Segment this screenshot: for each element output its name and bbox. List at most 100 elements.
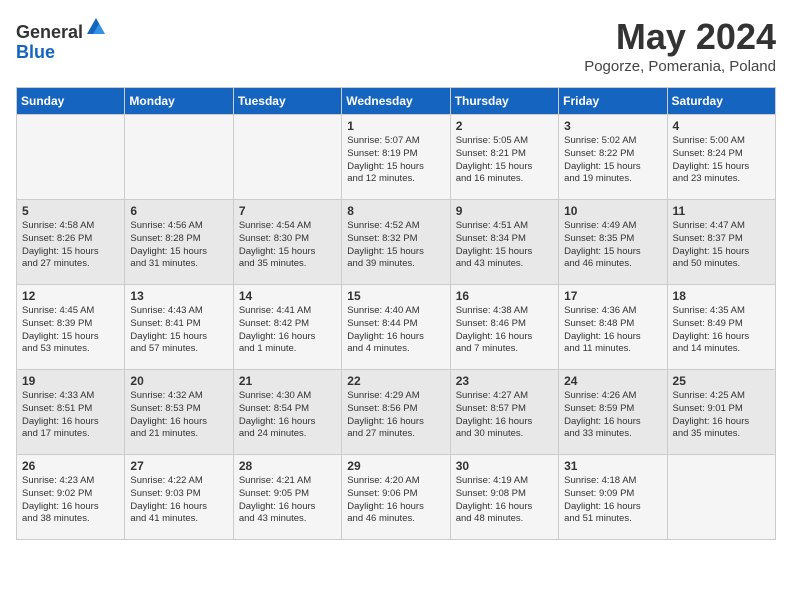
calendar-cell: 15 Sunrise: 4:40 AM Sunset: 8:44 PM Dayli…	[342, 285, 450, 370]
weekday-header-friday: Friday	[559, 88, 667, 115]
day-info: Sunrise: 4:56 AM Sunset: 8:28 PM Dayligh…	[130, 220, 227, 271]
logo-general: General	[16, 22, 83, 42]
logo: General Blue	[16, 16, 107, 63]
weekday-header-wednesday: Wednesday	[342, 88, 450, 115]
day-info: Sunrise: 5:00 AM Sunset: 8:24 PM Dayligh…	[673, 135, 770, 186]
day-info: Sunrise: 4:45 AM Sunset: 8:39 PM Dayligh…	[22, 305, 119, 356]
day-number: 8	[347, 204, 444, 218]
week-row-2: 5 Sunrise: 4:58 AM Sunset: 8:26 PM Daylig…	[17, 200, 776, 285]
logo-icon	[85, 16, 107, 38]
day-info: Sunrise: 4:38 AM Sunset: 8:46 PM Dayligh…	[456, 305, 553, 356]
day-number: 12	[22, 289, 119, 303]
title-block: May 2024 Pogorze, Pomerania, Poland	[584, 16, 776, 75]
day-info: Sunrise: 4:27 AM Sunset: 8:57 PM Dayligh…	[456, 390, 553, 441]
day-info: Sunrise: 5:05 AM Sunset: 8:21 PM Dayligh…	[456, 135, 553, 186]
calendar-cell: 2 Sunrise: 5:05 AM Sunset: 8:21 PM Daylig…	[450, 115, 558, 200]
calendar-cell: 6 Sunrise: 4:56 AM Sunset: 8:28 PM Daylig…	[125, 200, 233, 285]
day-number: 20	[130, 374, 227, 388]
day-info: Sunrise: 4:41 AM Sunset: 8:42 PM Dayligh…	[239, 305, 336, 356]
day-number: 13	[130, 289, 227, 303]
day-info: Sunrise: 4:23 AM Sunset: 9:02 PM Dayligh…	[22, 475, 119, 526]
calendar-cell: 4 Sunrise: 5:00 AM Sunset: 8:24 PM Daylig…	[667, 115, 775, 200]
calendar-cell: 9Sunrise: 4:51 AM Sunset: 8:34 PM Daylig…	[450, 200, 558, 285]
day-number: 10	[564, 204, 661, 218]
day-number: 21	[239, 374, 336, 388]
calendar-cell: 18Sunrise: 4:35 AM Sunset: 8:49 PM Dayli…	[667, 285, 775, 370]
calendar-cell: 25Sunrise: 4:25 AM Sunset: 9:01 PM Dayli…	[667, 370, 775, 455]
calendar-cell: 14 Sunrise: 4:41 AM Sunset: 8:42 PM Dayli…	[233, 285, 341, 370]
day-number: 26	[22, 459, 119, 473]
day-number: 7	[239, 204, 336, 218]
day-info: Sunrise: 4:49 AM Sunset: 8:35 PM Dayligh…	[564, 220, 661, 271]
calendar-cell: 5 Sunrise: 4:58 AM Sunset: 8:26 PM Daylig…	[17, 200, 125, 285]
day-info: Sunrise: 4:54 AM Sunset: 8:30 PM Dayligh…	[239, 220, 336, 271]
calendar-cell: 11 Sunrise: 4:47 AM Sunset: 8:37 PM Dayli…	[667, 200, 775, 285]
day-number: 9	[456, 204, 553, 218]
calendar-cell: 28 Sunrise: 4:21 AM Sunset: 9:05 PM Dayli…	[233, 455, 341, 540]
calendar-cell: 27Sunrise: 4:22 AM Sunset: 9:03 PM Dayli…	[125, 455, 233, 540]
day-number: 6	[130, 204, 227, 218]
calendar-cell	[233, 115, 341, 200]
day-number: 15	[347, 289, 444, 303]
day-info: Sunrise: 4:58 AM Sunset: 8:26 PM Dayligh…	[22, 220, 119, 271]
location: Pogorze, Pomerania, Poland	[584, 58, 776, 75]
day-number: 24	[564, 374, 661, 388]
calendar-cell: 26 Sunrise: 4:23 AM Sunset: 9:02 PM Dayli…	[17, 455, 125, 540]
day-number: 1	[347, 119, 444, 133]
day-number: 25	[673, 374, 770, 388]
calendar-cell: 24 Sunrise: 4:26 AM Sunset: 8:59 PM Dayli…	[559, 370, 667, 455]
day-number: 2	[456, 119, 553, 133]
calendar-cell: 29Sunrise: 4:20 AM Sunset: 9:06 PM Dayli…	[342, 455, 450, 540]
calendar-cell: 17Sunrise: 4:36 AM Sunset: 8:48 PM Dayli…	[559, 285, 667, 370]
day-number: 22	[347, 374, 444, 388]
day-number: 30	[456, 459, 553, 473]
calendar-cell: 21 Sunrise: 4:30 AM Sunset: 8:54 PM Dayli…	[233, 370, 341, 455]
calendar-cell: 10 Sunrise: 4:49 AM Sunset: 8:35 PM Dayli…	[559, 200, 667, 285]
weekday-header-monday: Monday	[125, 88, 233, 115]
day-info: Sunrise: 4:40 AM Sunset: 8:44 PM Dayligh…	[347, 305, 444, 356]
calendar-cell: 3Sunrise: 5:02 AM Sunset: 8:22 PM Daylig…	[559, 115, 667, 200]
day-info: Sunrise: 4:19 AM Sunset: 9:08 PM Dayligh…	[456, 475, 553, 526]
calendar-cell: 20 Sunrise: 4:32 AM Sunset: 8:53 PM Dayli…	[125, 370, 233, 455]
day-info: Sunrise: 4:47 AM Sunset: 8:37 PM Dayligh…	[673, 220, 770, 271]
day-number: 28	[239, 459, 336, 473]
day-number: 19	[22, 374, 119, 388]
calendar-cell: 12 Sunrise: 4:45 AM Sunset: 8:39 PM Dayli…	[17, 285, 125, 370]
calendar-cell: 8 Sunrise: 4:52 AM Sunset: 8:32 PM Daylig…	[342, 200, 450, 285]
day-info: Sunrise: 4:52 AM Sunset: 8:32 PM Dayligh…	[347, 220, 444, 271]
day-info: Sunrise: 4:22 AM Sunset: 9:03 PM Dayligh…	[130, 475, 227, 526]
day-number: 3	[564, 119, 661, 133]
day-info: Sunrise: 4:30 AM Sunset: 8:54 PM Dayligh…	[239, 390, 336, 441]
month-title: May 2024	[584, 16, 776, 58]
day-number: 5	[22, 204, 119, 218]
calendar-cell	[17, 115, 125, 200]
week-row-4: 19Sunrise: 4:33 AM Sunset: 8:51 PM Dayli…	[17, 370, 776, 455]
week-row-5: 26 Sunrise: 4:23 AM Sunset: 9:02 PM Dayli…	[17, 455, 776, 540]
day-number: 14	[239, 289, 336, 303]
day-number: 11	[673, 204, 770, 218]
day-number: 4	[673, 119, 770, 133]
day-info: Sunrise: 4:32 AM Sunset: 8:53 PM Dayligh…	[130, 390, 227, 441]
calendar-cell: 1 Sunrise: 5:07 AM Sunset: 8:19 PM Daylig…	[342, 115, 450, 200]
calendar-cell	[667, 455, 775, 540]
day-number: 16	[456, 289, 553, 303]
calendar-table: SundayMondayTuesdayWednesdayThursdayFrid…	[16, 87, 776, 540]
day-info: Sunrise: 4:18 AM Sunset: 9:09 PM Dayligh…	[564, 475, 661, 526]
calendar-cell	[125, 115, 233, 200]
weekday-header-saturday: Saturday	[667, 88, 775, 115]
logo-blue: Blue	[16, 42, 55, 62]
weekday-header-thursday: Thursday	[450, 88, 558, 115]
day-info: Sunrise: 4:21 AM Sunset: 9:05 PM Dayligh…	[239, 475, 336, 526]
calendar-cell: 31Sunrise: 4:18 AM Sunset: 9:09 PM Dayli…	[559, 455, 667, 540]
day-info: Sunrise: 5:07 AM Sunset: 8:19 PM Dayligh…	[347, 135, 444, 186]
weekday-header-row: SundayMondayTuesdayWednesdayThursdayFrid…	[17, 88, 776, 115]
calendar-cell: 13Sunrise: 4:43 AM Sunset: 8:41 PM Dayli…	[125, 285, 233, 370]
week-row-3: 12 Sunrise: 4:45 AM Sunset: 8:39 PM Dayli…	[17, 285, 776, 370]
weekday-header-tuesday: Tuesday	[233, 88, 341, 115]
calendar-cell: 16 Sunrise: 4:38 AM Sunset: 8:46 PM Dayli…	[450, 285, 558, 370]
page-header: General Blue May 2024 Pogorze, Pomerania…	[16, 16, 776, 75]
day-number: 17	[564, 289, 661, 303]
week-row-1: 1 Sunrise: 5:07 AM Sunset: 8:19 PM Daylig…	[17, 115, 776, 200]
day-info: Sunrise: 4:26 AM Sunset: 8:59 PM Dayligh…	[564, 390, 661, 441]
calendar-cell: 22Sunrise: 4:29 AM Sunset: 8:56 PM Dayli…	[342, 370, 450, 455]
